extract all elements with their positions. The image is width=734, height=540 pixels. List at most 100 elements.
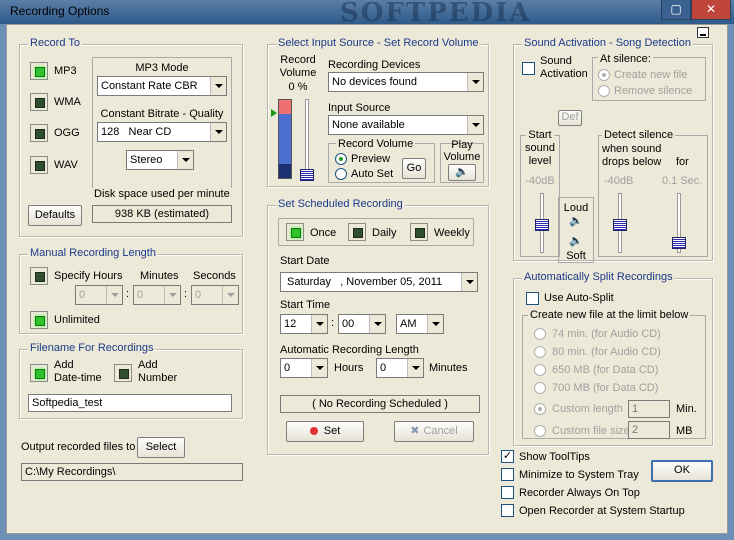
split-650-radio[interactable] [534,364,546,376]
preview-radio[interactable] [335,153,347,165]
loud-speaker-icon[interactable]: 🔈 [558,214,594,227]
manual-seconds-select[interactable]: 0 [191,285,239,305]
detect-time-slider[interactable] [672,237,686,249]
record-volume-label: Record Volume [279,54,317,79]
output-label: Output recorded files to [21,441,136,453]
create-new-file-radio[interactable] [598,69,610,81]
use-auto-split-label: Use Auto-Split [544,292,614,304]
recording-devices-select[interactable]: No devices found [328,72,484,92]
start-minute-select[interactable]: 00 [338,314,386,334]
custom-size-unit: MB [676,425,693,437]
ogg-label: OGG [54,127,80,139]
auto-hours-select[interactable]: 0 [280,358,328,378]
record-volume-percent: 0 % [288,81,308,93]
split-74-label: 74 min. (for Audio CD) [552,328,661,340]
create-new-file-limit-label: Create new file at the limit below [528,309,691,321]
schedule-status: ( No Recording Scheduled ) [280,395,480,413]
custom-length-unit: Min. [676,403,697,415]
close-button[interactable]: ✕ [691,0,731,20]
sound-activation-checkbox[interactable] [522,62,535,75]
play-volume-button[interactable]: 🔈 [448,164,476,181]
wav-led[interactable] [30,156,48,174]
specify-hours-led[interactable] [30,267,48,285]
window-title: Recording Options [10,4,110,18]
detect-level-slider[interactable] [613,219,627,231]
wma-led[interactable] [30,93,48,111]
input-source-select[interactable]: None available [328,115,484,135]
split-74-radio[interactable] [534,328,546,340]
manual-hours-select[interactable]: 0 [75,285,123,305]
cancel-schedule-button[interactable]: ✖ Cancel [394,421,474,442]
add-number-led[interactable] [114,364,132,382]
output-path: C:\My Recordings\ [21,463,243,481]
start-time-label: Start Time [280,299,331,311]
unlimited-led[interactable] [30,311,48,329]
custom-size-label: Custom file size [552,425,630,437]
mp3-mode-select[interactable]: Constant Rate CBR [97,76,227,96]
set-schedule-button[interactable]: Set [286,421,364,442]
auto-minutes-select[interactable]: 0 [376,358,424,378]
remove-silence-radio[interactable] [598,85,610,97]
ampm-select[interactable]: AM [396,314,444,334]
daily-led[interactable] [348,223,366,241]
bitrate-select[interactable]: 128 Near CD [97,122,227,142]
soft-speaker-icon[interactable]: 🔈 [558,234,594,247]
minimize-tray-checkbox[interactable] [501,468,514,481]
custom-length-radio[interactable] [534,403,546,415]
soft-label: Soft [566,250,586,262]
def-button[interactable]: Def [558,110,582,126]
auto-split-title: Automatically Split Recordings [522,271,675,283]
meter-arrow-icon [271,109,277,117]
scheduled-title: Set Scheduled Recording [276,198,405,210]
custom-length-label: Custom length [552,403,623,415]
mp3-led[interactable] [30,62,48,80]
record-volume-box-label: Record Volume [336,138,416,150]
at-silence-label: At silence: [598,53,653,65]
show-tooltips-checkbox[interactable]: ✓ [501,450,514,463]
split-700-radio[interactable] [534,382,546,394]
select-folder-button[interactable]: Select [137,437,185,458]
record-dot-icon [309,427,318,436]
auto-set-radio[interactable] [335,168,347,180]
when-sound-label: when sound drops below [602,143,662,168]
channels-select[interactable]: Stereo [126,150,194,170]
once-label: Once [310,227,337,239]
custom-size-input[interactable]: 2 [628,421,670,439]
manual-minutes-select[interactable]: 0 [133,285,181,305]
always-on-top-checkbox[interactable] [501,486,514,499]
level-meter [278,99,292,179]
ok-button[interactable]: OK [651,460,713,482]
start-level-slider[interactable] [535,219,549,231]
filename-input[interactable]: Softpedia_test [28,394,232,412]
open-startup-checkbox[interactable] [501,504,514,517]
ogg-led[interactable] [30,124,48,142]
colon-2: : [184,288,188,300]
sound-activation-group: Sound Activation - Song Detection Sound A… [513,37,713,263]
record-volume-slider[interactable] [300,169,314,181]
split-80-radio[interactable] [534,346,546,358]
manual-length-title: Manual Recording Length [28,247,158,259]
minimize-icon[interactable] [697,27,709,38]
use-auto-split-checkbox[interactable] [526,292,539,305]
minimize-tray-label: Minimize to System Tray [519,469,639,481]
record-volume-track[interactable] [305,99,309,179]
weekly-led[interactable] [410,223,428,241]
add-datetime-led[interactable] [30,364,48,382]
input-source-group: Select Input Source - Set Record Volume … [267,37,489,187]
maximize-button[interactable]: ▢ [661,0,691,20]
once-led[interactable] [286,223,304,241]
detect-db-value: -40dB [604,175,634,187]
manual-length-group: Manual Recording Length Specify Hours Mi… [19,247,243,334]
split-650-label: 650 MB (for Data CD) [552,364,659,376]
go-button[interactable]: Go [402,158,426,179]
custom-size-radio[interactable] [534,425,546,437]
input-source-title: Select Input Source - Set Record Volume [276,37,481,49]
split-700-label: 700 MB (for Data CD) [552,382,659,394]
start-hour-select[interactable]: 12 [280,314,328,334]
start-date-picker[interactable]: Saturday , November 05, 2011 [280,272,478,292]
remove-silence-label: Remove silence [614,85,693,97]
defaults-button[interactable]: Defaults [28,205,82,226]
scheduled-group: Set Scheduled Recording Once Daily Weekl… [267,198,489,455]
add-number-label: Add Number [138,359,178,384]
custom-length-input[interactable]: 1 [628,400,670,418]
